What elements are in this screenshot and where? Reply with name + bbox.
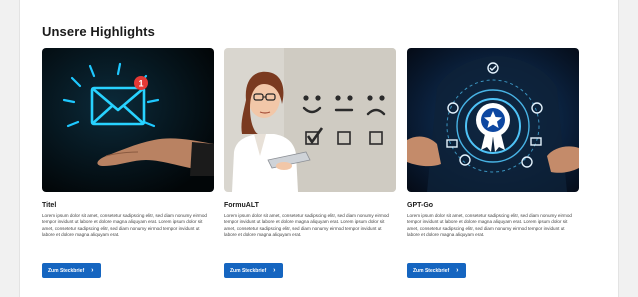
card-title: Titel bbox=[42, 202, 57, 209]
highlight-card: GPT-Go Lorem ipsum dolor sit amet, conse… bbox=[407, 48, 579, 278]
highlight-card: 1 Titel Lorem ipsum dolor sit amet, cons… bbox=[42, 48, 214, 278]
chevron-right-icon: › bbox=[91, 267, 94, 274]
button-label: Zum Steckbrief bbox=[230, 267, 267, 274]
card-title: GPT-Go bbox=[407, 202, 434, 209]
card-title: FormuALT bbox=[224, 202, 259, 209]
award-badge-icon bbox=[407, 48, 579, 192]
profile-link-button[interactable]: Zum Steckbrief › bbox=[42, 263, 102, 278]
button-label: Zum Steckbrief bbox=[48, 267, 85, 274]
feedback-rating-icon bbox=[224, 48, 396, 192]
svg-text:1: 1 bbox=[138, 79, 143, 89]
card-description: Lorem ipsum dolor sit amet, consetetur s… bbox=[407, 213, 572, 238]
chevron-right-icon: › bbox=[456, 267, 459, 274]
card-image[interactable] bbox=[407, 48, 579, 192]
email-notification-icon: 1 bbox=[42, 48, 214, 192]
profile-link-button[interactable]: Zum Steckbrief › bbox=[224, 263, 284, 278]
card-description: Lorem ipsum dolor sit amet, consetetur s… bbox=[42, 213, 207, 238]
profile-link-button[interactable]: Zum Steckbrief › bbox=[407, 263, 467, 278]
card-description: Lorem ipsum dolor sit amet, consetetur s… bbox=[224, 213, 389, 238]
card-image[interactable]: 1 bbox=[42, 48, 214, 192]
chevron-right-icon: › bbox=[273, 267, 276, 274]
card-image[interactable] bbox=[224, 48, 396, 192]
section-title: Unsere Highlights bbox=[42, 24, 155, 39]
button-label: Zum Steckbrief bbox=[413, 267, 450, 274]
highlight-card: FormuALT Lorem ipsum dolor sit amet, con… bbox=[224, 48, 396, 278]
